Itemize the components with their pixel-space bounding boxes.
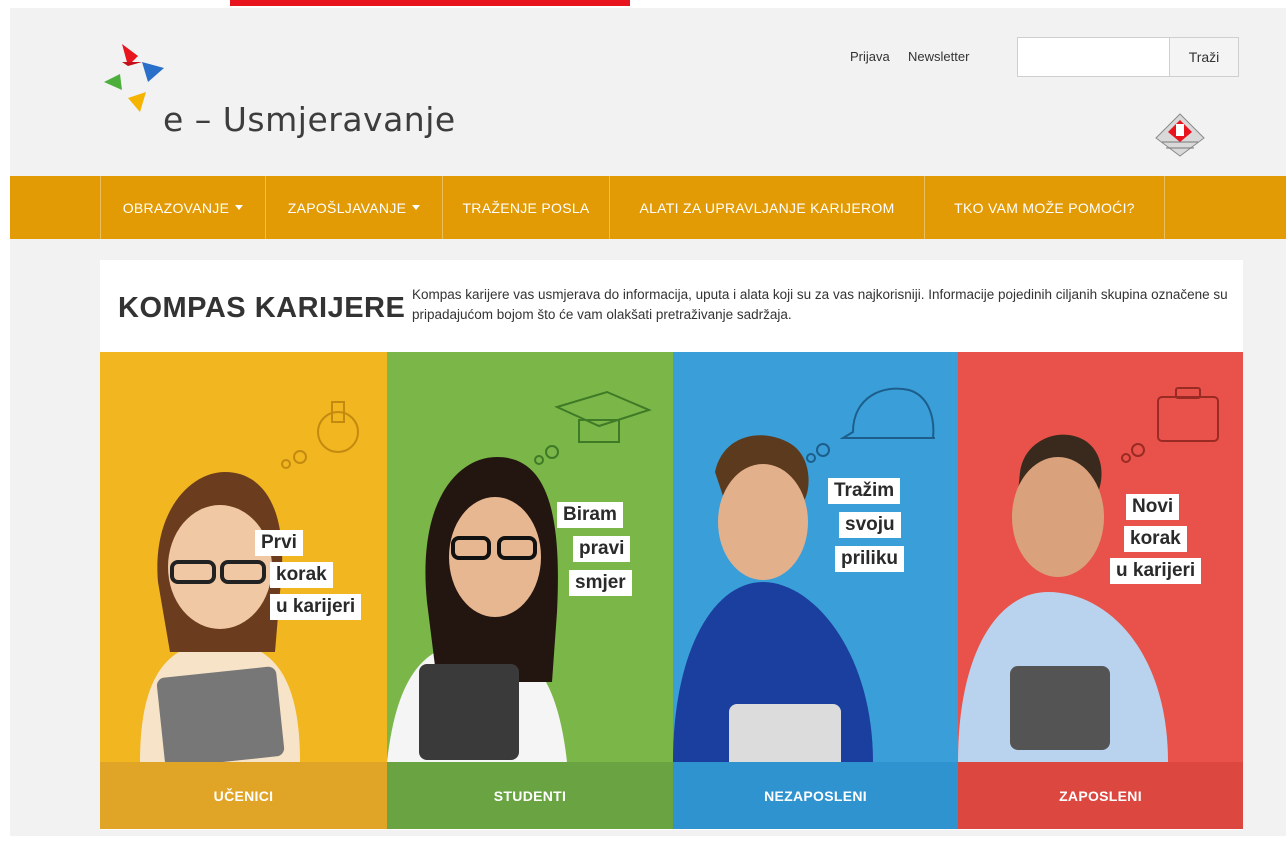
studenti-button[interactable]: STUDENTI [387, 762, 673, 829]
nav-label: ZAPOŠLJAVANJE [287, 199, 407, 216]
logo-text[interactable]: e – Usmjeravanje [163, 100, 456, 139]
nav-label: TRAŽENJE POSLA [462, 199, 590, 216]
young-man-tablet-illustration [673, 387, 935, 762]
tagline-line: Prvi [255, 530, 303, 556]
newsletter-link[interactable]: Newsletter [908, 49, 969, 64]
nav-label: OBRAZOVANJE [122, 199, 230, 216]
tagline-line: pravi [573, 536, 631, 562]
login-link[interactable]: Prijava [850, 49, 890, 64]
tagline-line: Biram [557, 502, 623, 528]
nav-obrazovanje[interactable]: OBRAZOVANJE [101, 176, 266, 239]
nav-zaposljavanje[interactable]: ZAPOŠLJAVANJE [266, 176, 443, 239]
man-tablet-illustration [958, 387, 1219, 762]
tagline-line: priliku [835, 546, 905, 572]
nav-label: ALATI ZA UPRAVLJANJE KARIJEROM [639, 199, 895, 216]
caret-down-icon [412, 205, 421, 210]
search-input[interactable] [1017, 37, 1170, 77]
caret-down-icon [235, 205, 244, 210]
nav-alati[interactable]: ALATI ZA UPRAVLJANJE KARIJEROM [610, 176, 925, 239]
zaposleni-button[interactable]: ZAPOSLENI [958, 762, 1243, 829]
nezaposleni-button[interactable]: NEZAPOSLENI [673, 762, 958, 829]
nezaposleni-banner[interactable]: Tražim svoju priliku [673, 352, 958, 762]
kompas-description: Kompas karijere vas usmjerava do informa… [412, 287, 1228, 322]
studenti-banner[interactable]: Biram pravi smjer [387, 352, 673, 762]
tagline-line: u karijeri [1110, 558, 1202, 584]
tagline-line: korak [270, 562, 333, 588]
nav-trazenje-posla[interactable]: TRAŽENJE POSLA [443, 176, 610, 239]
search-button[interactable]: Traži [1169, 37, 1239, 77]
nav-label: TKO VAM MOŽE POMOĆI? [954, 199, 1135, 216]
tagline-line: u karijeri [270, 594, 362, 620]
tagline-line: korak [1124, 526, 1187, 552]
tagline-line: Tražim [828, 478, 901, 504]
ucenici-banner[interactable]: Prvi korak u karijeri [100, 352, 387, 762]
girl-tablet-illustration [140, 401, 359, 762]
nav-tko-vam-moze-pomoci[interactable]: TKO VAM MOŽE POMOĆI? [925, 176, 1165, 239]
tagline-line: svoju [839, 512, 901, 538]
tagline-line: Novi [1126, 494, 1180, 520]
kompas-title: KOMPAS KARIJERE [118, 292, 406, 324]
tagline-line: smjer [569, 570, 632, 596]
zaposleni-banner[interactable]: Novi korak u karijeri [958, 352, 1243, 762]
top-red-strip [230, 0, 630, 6]
crest-icon [1155, 113, 1205, 157]
ucenici-button[interactable]: UČENICI [100, 762, 387, 829]
